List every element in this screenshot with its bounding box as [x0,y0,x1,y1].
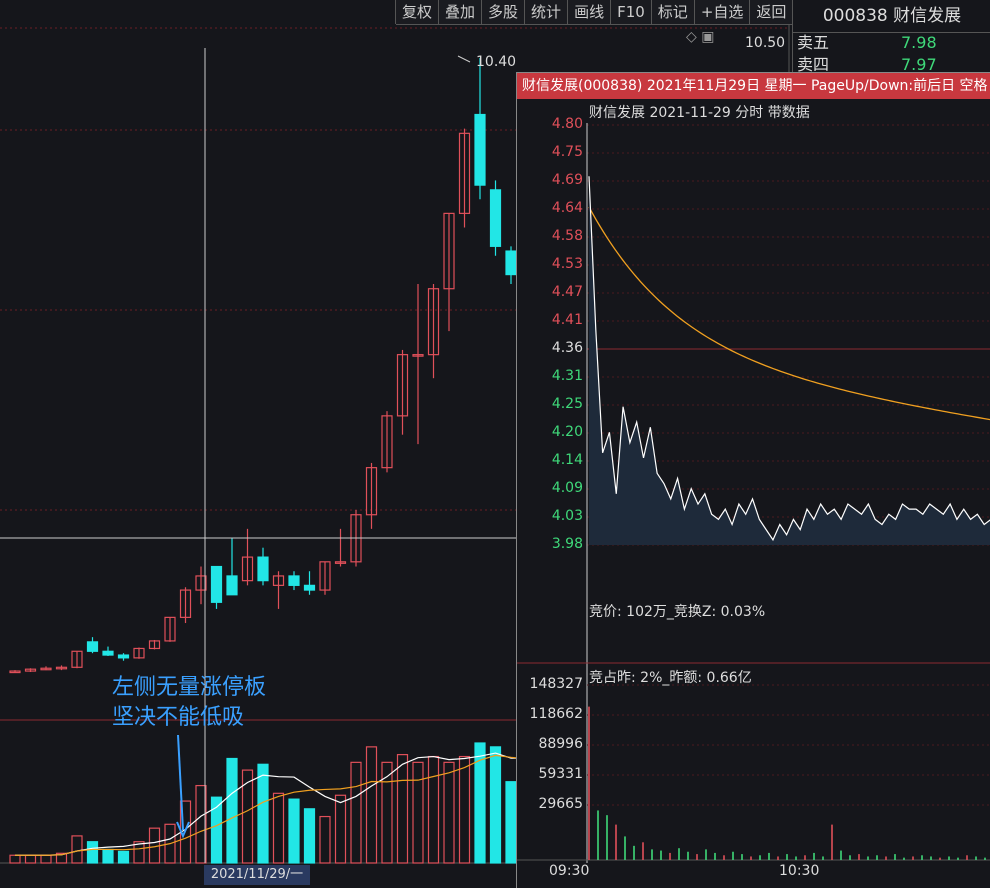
chart-tools: ◇ ▣ [686,29,714,45]
price-tick-label: 4.47 [551,284,583,300]
candle-body [210,565,223,603]
auction-info: 竞价: 102万_竞换Z: 0.03% [589,604,766,620]
high-marker [457,55,471,63]
candle-body [86,641,99,652]
price-tick-label: 4.25 [551,396,583,412]
volume-tick-label: 59331 [538,766,583,782]
quote-row-sell4: 卖四 7.97 [793,54,990,72]
annotation-line-2: 坚决不能低吸 [112,705,245,730]
price-axis-top: 10.50 [745,35,786,51]
toolbar-button-1[interactable]: 叠加 [439,0,483,25]
quote-label: 卖五 [797,33,830,52]
candle-body [303,584,316,591]
volume-bar [117,850,130,864]
diamond-icon[interactable]: ◇ [686,29,697,45]
volume-bar [427,755,440,864]
candle-body [505,250,517,276]
volume-bar [102,848,114,864]
toolbar-button-8[interactable]: 返回 [750,0,794,25]
candle-body [474,113,486,186]
volume-ma5 [15,752,527,856]
quote-value: 7.97 [901,55,937,72]
price-tick-label: 4.20 [551,424,583,440]
volume-bar [396,754,409,864]
volume-tick-label: 88996 [538,736,583,752]
price-tick-label: 4.09 [551,480,583,496]
volume-bar [303,808,316,864]
price-tick-label: 4.69 [551,172,583,188]
volume-bar [71,835,83,864]
candle-body [226,575,238,596]
volume-bar [9,854,21,864]
volume-bar [458,755,471,864]
price-area [589,176,990,545]
intraday-chart [517,123,990,863]
volume-bar [288,798,300,864]
intraday-popup[interactable]: 财信发展(000838) 2021年11月29日 星期一 PageUp/Down… [516,72,990,888]
candle-body [117,654,130,659]
price-tick-label: 4.80 [551,116,583,132]
toolbar-button-6[interactable]: 标记 [651,0,695,25]
volume-bar [241,769,254,864]
volume-bar [365,746,378,864]
volume-bar [272,792,285,864]
volume-tick-label: 118662 [529,706,583,722]
time-label-start: 09:30 [549,863,590,879]
toolbar-button-7[interactable]: +自选 [694,0,751,25]
volume-bar [489,746,502,864]
high-price-label: 10.40 [476,54,517,70]
volume-bar [412,761,424,864]
toolbar-button-2[interactable]: 多股 [482,0,526,25]
volume-ma10 [15,754,527,856]
annotation-text: 左侧无量涨停板 坚决不能低吸 [112,673,266,733]
quote-row-sell5: 卖五 7.98 [793,32,990,54]
candle-body [489,189,502,247]
toolbar-button-3[interactable]: 统计 [525,0,569,25]
stock-header: 000838 财信发展 [792,0,990,33]
volume-bar [86,841,99,864]
volume-bar [319,815,331,864]
volume-bar [443,761,455,864]
quote-value: 7.98 [901,33,937,52]
candle-body [102,650,114,656]
toolbar: 复权 叠加 多股 统计 画线 F10 标记 +自选 返回 [395,0,794,25]
price-tick-label: 4.36 [551,340,583,356]
volume-bar [474,742,486,864]
volume-bar [24,854,37,864]
toolbar-button-5[interactable]: F10 [611,0,652,25]
quote-panel: 卖五 7.98 卖四 7.97 [792,32,990,72]
annotation-line-1: 左侧无量涨停板 [112,675,267,700]
price-tick-label: 4.58 [551,228,583,244]
price-tick-label: 4.75 [551,144,583,160]
price-tick-label: 4.53 [551,256,583,272]
time-label-1030: 10:30 [779,863,820,879]
price-tick-label: 3.98 [551,536,583,552]
volume-bar [505,781,517,864]
volume-tick-label: 29665 [538,796,583,812]
window-icon[interactable]: ▣ [701,29,714,45]
candle-body [257,556,269,582]
volume-bar [381,761,393,864]
quote-label: 卖四 [797,55,830,72]
price-tick-label: 4.03 [551,508,583,524]
price-tick-label: 4.64 [551,200,583,216]
prev-info: 竞占昨: 2%_昨额: 0.66亿 [589,670,752,686]
volume-tick-label: 148327 [529,676,583,692]
volume-bar [350,761,362,864]
price-tick-label: 4.31 [551,368,583,384]
volume-bar [334,794,347,864]
volume-bar [226,757,238,864]
volume-bar [40,854,52,864]
cursor-date-label: 2021/11/29/一 [204,865,310,885]
price-tick-label: 4.41 [551,312,583,328]
toolbar-button-0[interactable]: 复权 [396,0,440,25]
candle-body [288,575,300,586]
toolbar-button-4[interactable]: 画线 [568,0,612,25]
avg-price-line [588,206,990,421]
volume-bar [257,763,269,864]
price-tick-label: 4.14 [551,452,583,468]
